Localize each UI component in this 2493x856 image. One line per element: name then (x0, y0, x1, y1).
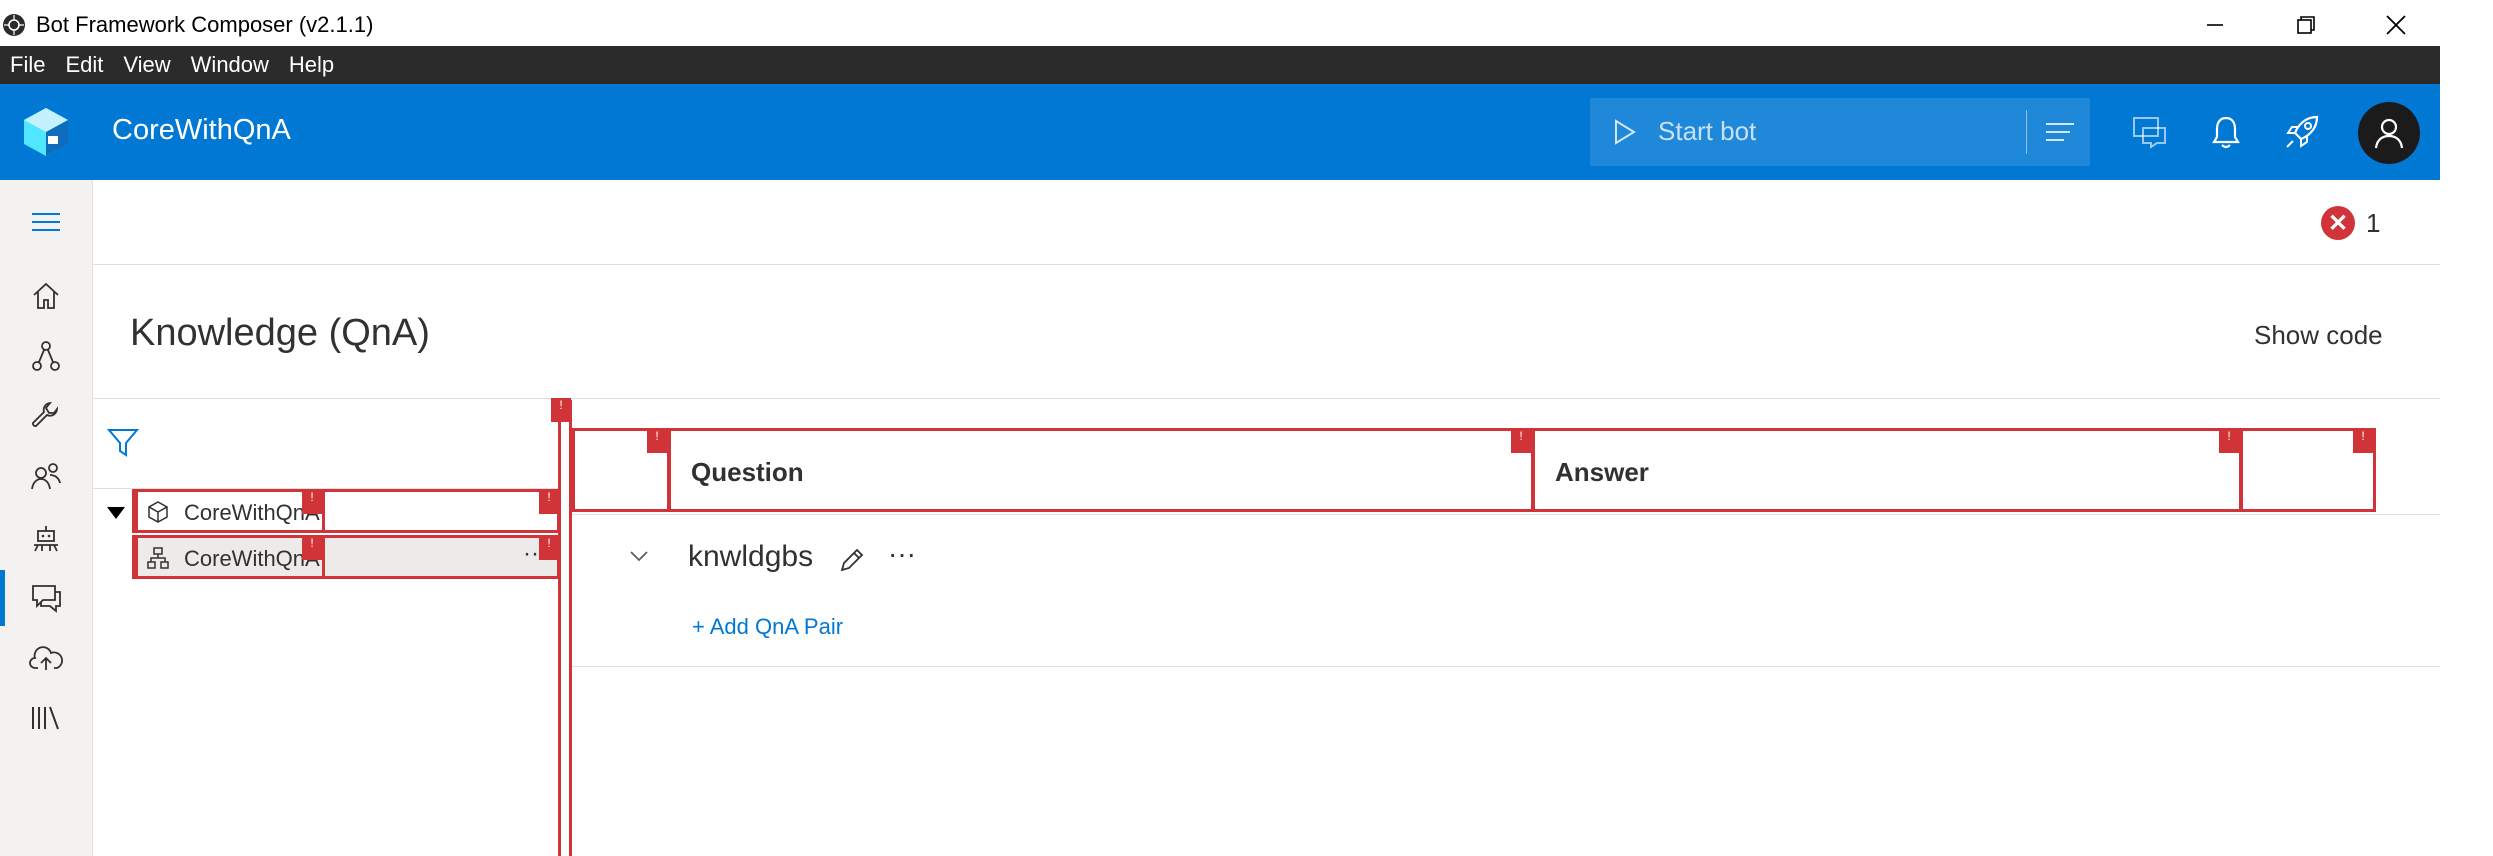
nav-library[interactable] (0, 690, 92, 746)
dialog-tree-icon (147, 547, 169, 569)
user-avatar-icon[interactable] (2358, 102, 2420, 164)
group-divider (572, 666, 2440, 667)
minimize-icon[interactable] (2195, 8, 2235, 42)
users-icon (31, 463, 61, 490)
title-divider (92, 398, 2440, 399)
column-label: Question (691, 457, 804, 487)
app-header: CoreWithQnA Start bot (0, 84, 2440, 180)
close-icon[interactable] (2376, 8, 2416, 42)
play-icon (1615, 119, 1636, 145)
column-header-expand: ! (572, 428, 670, 512)
bot-icon (34, 526, 58, 552)
nav-publish[interactable] (0, 630, 92, 686)
design-flow-icon (32, 341, 60, 371)
menu-view[interactable]: View (113, 52, 180, 78)
error-icon[interactable]: ✕ (2321, 206, 2355, 240)
bot-cube-icon (148, 501, 168, 523)
table-divider (572, 514, 2440, 515)
menu-file[interactable]: File (0, 52, 55, 78)
tree-item-bot-label-box: CoreWithQnA ! (135, 489, 325, 533)
menu-edit[interactable]: Edit (55, 52, 113, 78)
notification-bar: ✕ 1 (92, 180, 2440, 265)
error-badge: ! (647, 429, 667, 453)
library-icon (32, 706, 59, 730)
error-badge: ! (1511, 429, 1531, 453)
nav-configure[interactable] (0, 388, 92, 444)
start-bot-panel: Start bot (1590, 98, 2090, 166)
more-options-icon[interactable]: ··· (888, 538, 916, 570)
menu-help[interactable]: Help (279, 52, 344, 78)
home-icon (33, 282, 59, 309)
error-badge: ! (302, 490, 322, 514)
panel-splitter[interactable] (558, 400, 572, 856)
add-qna-pair-button[interactable]: + Add QnA Pair (692, 614, 843, 640)
page-title: Knowledge (QnA) (130, 312, 430, 354)
restore-icon[interactable] (2286, 8, 2326, 42)
bot-name: CoreWithQnA (112, 114, 291, 146)
error-badge: ! (539, 490, 559, 514)
error-badge: ! (302, 536, 322, 560)
edit-pencil-icon[interactable] (838, 546, 866, 574)
composer-app-icon (3, 14, 25, 36)
composer-logo-icon (24, 108, 68, 156)
tree-item-dialog-label-box: CoreWithQnA ! (135, 535, 325, 579)
chevron-down-icon[interactable] (628, 548, 650, 564)
window-titlebar: Bot Framework Composer (v2.1.1) (0, 0, 2493, 50)
left-nav (0, 180, 93, 856)
hamburger-menu-icon[interactable] (0, 194, 92, 250)
caret-down-icon[interactable] (106, 504, 126, 522)
knowledge-base-name: knwldgbs (688, 540, 814, 573)
column-label: Answer (1555, 457, 1649, 487)
error-badge: ! (551, 398, 571, 422)
menu-window[interactable]: Window (181, 52, 279, 78)
error-count[interactable]: 1 (2366, 208, 2380, 239)
start-bot-separator (2026, 110, 2027, 154)
window-title: Bot Framework Composer (v2.1.1) (36, 12, 374, 37)
error-badge: ! (2219, 429, 2239, 453)
nav-design[interactable] (0, 328, 92, 384)
webchat-icon[interactable] (2126, 108, 2174, 156)
start-bot-button[interactable]: Start bot (1658, 116, 1756, 147)
nav-knowledge[interactable] (0, 570, 92, 626)
qna-chat-icon (32, 585, 61, 613)
column-header-answer[interactable]: Answer ! (1532, 428, 2242, 512)
tree-item-dialog[interactable]: CoreWithQnA ! ··· ! (132, 535, 560, 579)
publish-rocket-icon[interactable] (2278, 108, 2326, 156)
nav-home[interactable] (0, 268, 92, 324)
wrench-icon (32, 401, 59, 427)
column-header-question[interactable]: Question ! (668, 428, 1534, 512)
error-badge: ! (2353, 429, 2373, 453)
error-badge: ! (539, 536, 559, 560)
filter-icon[interactable] (106, 426, 140, 460)
column-header-actions: ! (2240, 428, 2376, 512)
nav-bot-responses[interactable] (0, 510, 92, 566)
menu-bar: File Edit View Window Help (0, 46, 2440, 84)
show-code-button[interactable]: Show code (2254, 320, 2383, 351)
nav-users[interactable] (0, 448, 92, 504)
tree-item-bot[interactable]: CoreWithQnA ! ! (132, 489, 560, 533)
notifications-icon[interactable] (2202, 108, 2250, 156)
cloud-upload-icon (29, 646, 63, 670)
start-bot-options-icon[interactable] (2038, 112, 2082, 152)
